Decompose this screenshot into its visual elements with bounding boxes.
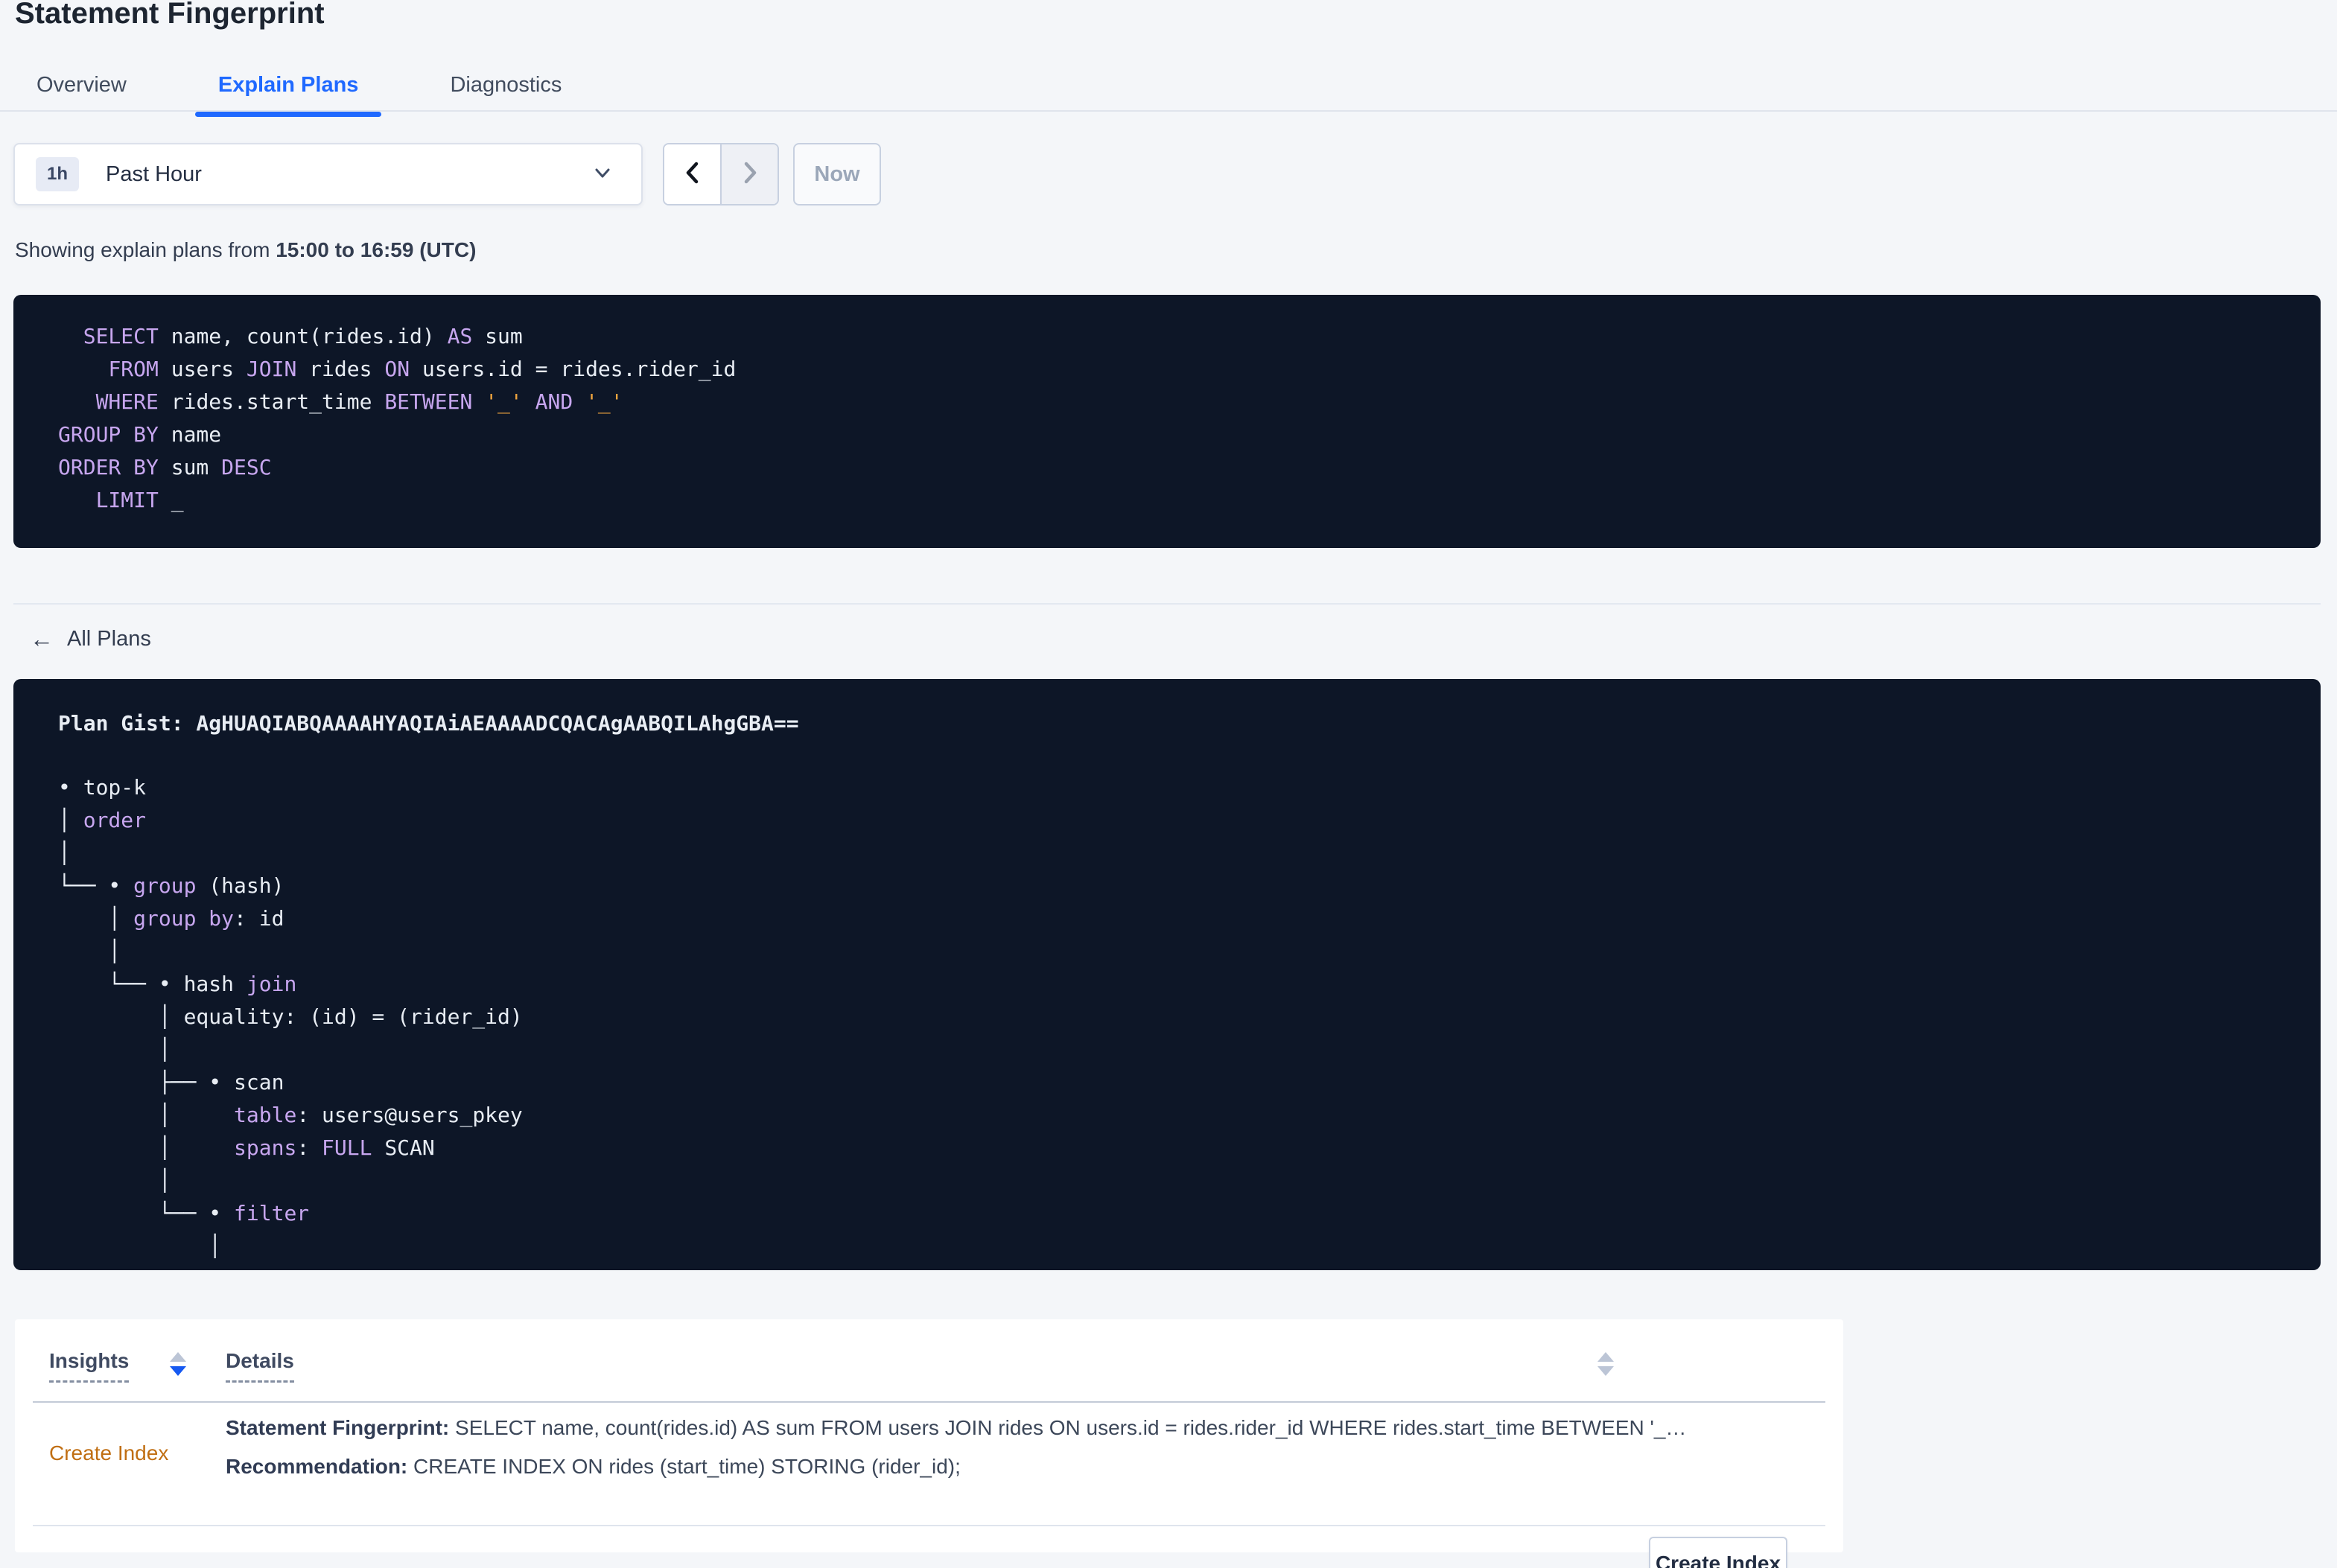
tab-bar: Overview Explain Plans Diagnostics: [0, 58, 2337, 117]
details-header-label: Details: [226, 1349, 294, 1383]
section-divider: [13, 603, 2321, 605]
tab-diagnostics[interactable]: Diagnostics: [427, 58, 585, 112]
time-picker-row: 1h Past Hour Now: [13, 143, 881, 205]
showing-range-bold: 15:00 to 16:59 (UTC): [276, 238, 477, 261]
table-row: Create Index Statement Fingerprint: SELE…: [15, 1403, 1843, 1568]
time-range-label: Past Hour: [106, 162, 202, 186]
insights-table-header: Insights Details: [15, 1319, 1843, 1403]
plan-gist-line: Plan Gist: AgHUAQIABQAAAAHYAQIAiAEAAAADC…: [58, 711, 799, 736]
all-plans-label: All Plans: [67, 626, 151, 651]
sort-descending-icon: [1597, 1366, 1614, 1376]
all-plans-link[interactable]: ← All Plans: [30, 625, 151, 652]
plan-gist-block: Plan Gist: AgHUAQIABQAAAAHYAQIAiAEAAAADC…: [13, 679, 2321, 1270]
next-interval-button[interactable]: [720, 144, 778, 204]
time-range-dropdown[interactable]: 1h Past Hour: [13, 143, 643, 205]
sort-ascending-icon: [1597, 1352, 1614, 1362]
showing-range-text: Showing explain plans from 15:00 to 16:5…: [15, 237, 476, 264]
showing-prefix: Showing explain plans from: [15, 238, 276, 261]
insight-details-cell: Statement Fingerprint: SELECT name, coun…: [226, 1416, 1687, 1478]
tab-overview[interactable]: Overview: [13, 58, 150, 112]
time-step-buttons: [663, 143, 779, 205]
page-title: Statement Fingerprint: [15, 0, 325, 30]
arrow-left-icon: ←: [30, 625, 54, 652]
insights-table: Insights Details Create Index Statement …: [15, 1319, 1843, 1568]
create-index-button[interactable]: Create Index: [1649, 1537, 1787, 1568]
sort-ascending-icon: [170, 1352, 186, 1362]
column-header-details[interactable]: Details: [226, 1349, 294, 1383]
sort-icon[interactable]: [170, 1352, 188, 1377]
time-range-badge: 1h: [36, 157, 80, 191]
tab-explain-plans[interactable]: Explain Plans: [194, 58, 382, 117]
insights-header-label: Insights: [49, 1349, 130, 1383]
sort-icon[interactable]: [1597, 1352, 1615, 1377]
column-header-insights[interactable]: Insights: [49, 1349, 130, 1383]
insight-type-cell: Create Index: [49, 1441, 169, 1465]
chevron-down-icon: [592, 162, 613, 187]
now-button[interactable]: Now: [793, 143, 881, 205]
chevron-right-icon: [739, 160, 761, 189]
statement-fingerprint-page: Statement Fingerprint Overview Explain P…: [0, 0, 2337, 1568]
sql-statement-block: SELECT name, count(rides.id) AS sum FROM…: [13, 295, 2321, 548]
sql-statement-text: SELECT name, count(rides.id) AS sum FROM…: [58, 324, 737, 512]
sort-descending-icon: [170, 1366, 186, 1376]
plan-tree-text: • top-k │ order │ └── • group (hash) │ grou…: [58, 775, 523, 1258]
previous-interval-button[interactable]: [664, 144, 720, 204]
chevron-left-icon: [681, 160, 704, 189]
